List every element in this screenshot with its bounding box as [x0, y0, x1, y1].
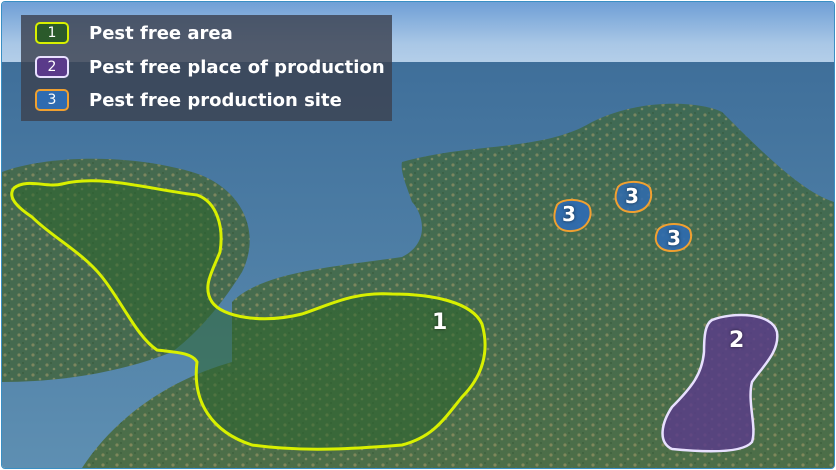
legend-item-pest-free-place: 2 Pest free place of production — [35, 54, 385, 80]
legend-item-production-site: 3 Pest free production site — [35, 87, 342, 113]
legend-item-pest-free-area: 1 Pest free area — [35, 20, 233, 46]
legend-swatch: 2 — [35, 56, 69, 78]
map-frame: 1 2 3 3 3 1 Pest free area 2 Pest free p… — [1, 1, 835, 469]
legend-swatch: 1 — [35, 22, 69, 44]
legend-label: Pest free place of production — [89, 56, 385, 78]
legend: 1 Pest free area 2 Pest free place of pr… — [21, 15, 392, 121]
zone-label-3a: 3 — [562, 202, 576, 226]
zone-label-1: 1 — [432, 310, 448, 335]
zone-label-3c: 3 — [667, 226, 681, 250]
legend-label: Pest free area — [89, 22, 233, 44]
zone-label-2: 2 — [729, 328, 745, 353]
legend-swatch: 3 — [35, 89, 69, 111]
zone-label-3b: 3 — [625, 184, 639, 208]
legend-label: Pest free production site — [89, 89, 342, 111]
